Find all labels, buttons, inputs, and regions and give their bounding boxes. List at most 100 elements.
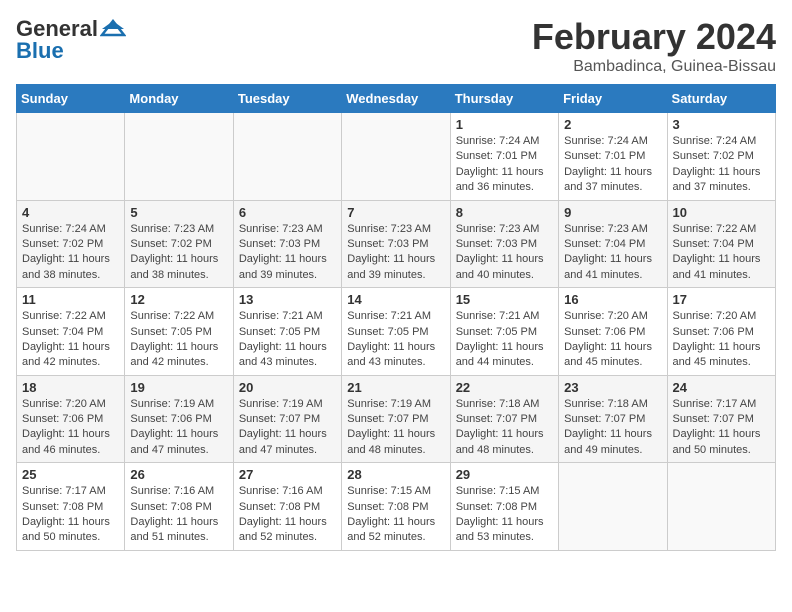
calendar-header-day: Thursday	[450, 85, 558, 113]
calendar-header-day: Tuesday	[233, 85, 341, 113]
calendar-day-cell: 28 Sunrise: 7:15 AMSunset: 7:08 PMDayligh…	[342, 463, 450, 551]
calendar-day-cell: 9Sunrise: 7:23 AMSunset: 7:04 PMDaylight…	[559, 200, 667, 288]
day-number: 25	[22, 467, 119, 482]
calendar-week-row: 18 Sunrise: 7:20 AMSunset: 7:06 PMDayligh…	[17, 375, 776, 463]
day-number: 9	[564, 205, 661, 220]
page-subtitle: Bambadinca, Guinea-Bissau	[532, 58, 776, 76]
calendar-day-cell: 2 Sunrise: 7:24 AMSunset: 7:01 PMDaylight…	[559, 113, 667, 201]
page-header: General Blue February 2024 Bambadinca, G…	[16, 16, 776, 76]
day-number: 3	[673, 117, 770, 132]
calendar-day-cell: 19Sunrise: 7:19 AMSunset: 7:06 PMDayligh…	[125, 375, 233, 463]
day-info: Sunrise: 7:23 AMSunset: 7:02 PMDaylight:…	[130, 222, 227, 284]
day-info: Sunrise: 7:19 AMSunset: 7:07 PMDaylight:…	[239, 397, 336, 459]
day-number: 15	[456, 292, 553, 307]
day-number: 28	[347, 467, 444, 482]
day-number: 5	[130, 205, 227, 220]
day-number: 2	[564, 117, 661, 132]
calendar-day-cell: 18 Sunrise: 7:20 AMSunset: 7:06 PMDayligh…	[17, 375, 125, 463]
calendar-day-cell	[233, 113, 341, 201]
day-number: 12	[130, 292, 227, 307]
calendar-header-row: SundayMondayTuesdayWednesdayThursdayFrid…	[17, 85, 776, 113]
day-number: 11	[22, 292, 119, 307]
day-number: 13	[239, 292, 336, 307]
calendar-week-row: 11 Sunrise: 7:22 AMSunset: 7:04 PMDayligh…	[17, 288, 776, 376]
day-number: 4	[22, 205, 119, 220]
calendar-day-cell: 10Sunrise: 7:22 AMSunset: 7:04 PMDayligh…	[667, 200, 775, 288]
logo: General Blue	[16, 16, 126, 64]
logo-arrow-icon	[100, 19, 126, 37]
calendar-header-day: Friday	[559, 85, 667, 113]
day-number: 29	[456, 467, 553, 482]
day-number: 26	[130, 467, 227, 482]
day-info: Sunrise: 7:20 AMSunset: 7:06 PMDaylight:…	[22, 397, 119, 459]
day-info: Sunrise: 7:20 AMSunset: 7:06 PMDaylight:…	[564, 309, 661, 371]
day-info: Sunrise: 7:23 AMSunset: 7:03 PMDaylight:…	[347, 222, 444, 284]
day-info: Sunrise: 7:18 AMSunset: 7:07 PMDaylight:…	[456, 397, 553, 459]
calendar-day-cell: 1 Sunrise: 7:24 AMSunset: 7:01 PMDaylight…	[450, 113, 558, 201]
day-number: 23	[564, 380, 661, 395]
calendar-day-cell: 24Sunrise: 7:17 AMSunset: 7:07 PMDayligh…	[667, 375, 775, 463]
calendar-day-cell: 29 Sunrise: 7:15 AMSunset: 7:08 PMDayligh…	[450, 463, 558, 551]
calendar-day-cell	[125, 113, 233, 201]
day-info: Sunrise: 7:19 AMSunset: 7:07 PMDaylight:…	[347, 397, 444, 459]
day-info: Sunrise: 7:17 AMSunset: 7:07 PMDaylight:…	[673, 397, 770, 459]
day-number: 1	[456, 117, 553, 132]
calendar-day-cell: 12 Sunrise: 7:22 AMSunset: 7:05 PMDayligh…	[125, 288, 233, 376]
calendar-header-day: Sunday	[17, 85, 125, 113]
day-number: 20	[239, 380, 336, 395]
calendar-day-cell: 23 Sunrise: 7:18 AMSunset: 7:07 PMDayligh…	[559, 375, 667, 463]
day-number: 6	[239, 205, 336, 220]
day-info: Sunrise: 7:21 AMSunset: 7:05 PMDaylight:…	[456, 309, 553, 371]
logo-blue-text: Blue	[16, 38, 64, 64]
day-number: 27	[239, 467, 336, 482]
day-number: 7	[347, 205, 444, 220]
title-area: February 2024 Bambadinca, Guinea-Bissau	[532, 16, 776, 76]
day-info: Sunrise: 7:24 AMSunset: 7:02 PMDaylight:…	[673, 134, 770, 196]
day-info: Sunrise: 7:15 AMSunset: 7:08 PMDaylight:…	[347, 484, 444, 546]
calendar-week-row: 25 Sunrise: 7:17 AMSunset: 7:08 PMDayligh…	[17, 463, 776, 551]
day-number: 21	[347, 380, 444, 395]
day-info: Sunrise: 7:20 AMSunset: 7:06 PMDaylight:…	[673, 309, 770, 371]
day-info: Sunrise: 7:24 AMSunset: 7:02 PMDaylight:…	[22, 222, 119, 284]
calendar-day-cell: 6 Sunrise: 7:23 AMSunset: 7:03 PMDaylight…	[233, 200, 341, 288]
day-info: Sunrise: 7:24 AMSunset: 7:01 PMDaylight:…	[564, 134, 661, 196]
calendar-day-cell: 27Sunrise: 7:16 AMSunset: 7:08 PMDayligh…	[233, 463, 341, 551]
day-number: 8	[456, 205, 553, 220]
day-info: Sunrise: 7:22 AMSunset: 7:04 PMDaylight:…	[22, 309, 119, 371]
day-info: Sunrise: 7:18 AMSunset: 7:07 PMDaylight:…	[564, 397, 661, 459]
day-info: Sunrise: 7:21 AMSunset: 7:05 PMDaylight:…	[347, 309, 444, 371]
day-number: 14	[347, 292, 444, 307]
calendar-day-cell	[559, 463, 667, 551]
calendar-day-cell: 22Sunrise: 7:18 AMSunset: 7:07 PMDayligh…	[450, 375, 558, 463]
calendar-day-cell: 17 Sunrise: 7:20 AMSunset: 7:06 PMDayligh…	[667, 288, 775, 376]
calendar-day-cell: 11 Sunrise: 7:22 AMSunset: 7:04 PMDayligh…	[17, 288, 125, 376]
calendar-day-cell: 26Sunrise: 7:16 AMSunset: 7:08 PMDayligh…	[125, 463, 233, 551]
day-number: 17	[673, 292, 770, 307]
day-info: Sunrise: 7:22 AMSunset: 7:05 PMDaylight:…	[130, 309, 227, 371]
day-info: Sunrise: 7:21 AMSunset: 7:05 PMDaylight:…	[239, 309, 336, 371]
calendar-header-day: Wednesday	[342, 85, 450, 113]
calendar-week-row: 1 Sunrise: 7:24 AMSunset: 7:01 PMDaylight…	[17, 113, 776, 201]
calendar-day-cell: 14 Sunrise: 7:21 AMSunset: 7:05 PMDayligh…	[342, 288, 450, 376]
day-info: Sunrise: 7:15 AMSunset: 7:08 PMDaylight:…	[456, 484, 553, 546]
calendar-day-cell: 21 Sunrise: 7:19 AMSunset: 7:07 PMDayligh…	[342, 375, 450, 463]
calendar-day-cell: 13 Sunrise: 7:21 AMSunset: 7:05 PMDayligh…	[233, 288, 341, 376]
calendar-day-cell: 16 Sunrise: 7:20 AMSunset: 7:06 PMDayligh…	[559, 288, 667, 376]
day-info: Sunrise: 7:23 AMSunset: 7:03 PMDaylight:…	[239, 222, 336, 284]
day-number: 16	[564, 292, 661, 307]
calendar-day-cell: 15 Sunrise: 7:21 AMSunset: 7:05 PMDayligh…	[450, 288, 558, 376]
calendar-day-cell: 5 Sunrise: 7:23 AMSunset: 7:02 PMDaylight…	[125, 200, 233, 288]
calendar-day-cell: 20 Sunrise: 7:19 AMSunset: 7:07 PMDayligh…	[233, 375, 341, 463]
calendar-day-cell	[342, 113, 450, 201]
page-title: February 2024	[532, 16, 776, 58]
day-number: 18	[22, 380, 119, 395]
calendar-day-cell: 8Sunrise: 7:23 AMSunset: 7:03 PMDaylight…	[450, 200, 558, 288]
calendar-day-cell: 7 Sunrise: 7:23 AMSunset: 7:03 PMDaylight…	[342, 200, 450, 288]
calendar-day-cell: 4 Sunrise: 7:24 AMSunset: 7:02 PMDaylight…	[17, 200, 125, 288]
calendar-table: SundayMondayTuesdayWednesdayThursdayFrid…	[16, 84, 776, 551]
calendar-day-cell: 25 Sunrise: 7:17 AMSunset: 7:08 PMDayligh…	[17, 463, 125, 551]
day-info: Sunrise: 7:24 AMSunset: 7:01 PMDaylight:…	[456, 134, 553, 196]
calendar-week-row: 4 Sunrise: 7:24 AMSunset: 7:02 PMDaylight…	[17, 200, 776, 288]
day-info: Sunrise: 7:17 AMSunset: 7:08 PMDaylight:…	[22, 484, 119, 546]
calendar-header-day: Monday	[125, 85, 233, 113]
